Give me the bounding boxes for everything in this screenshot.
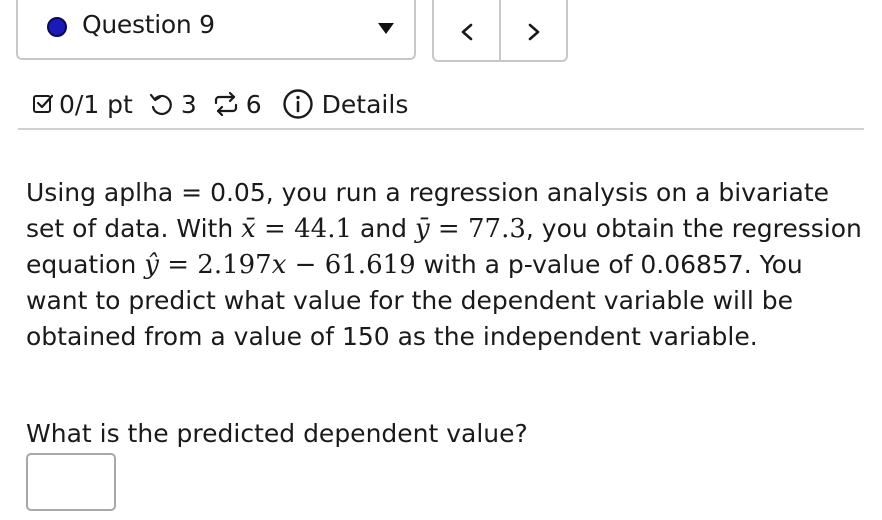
- score-indicator: 0/1 pt: [32, 90, 133, 119]
- header-divider: [18, 128, 864, 130]
- details-toggle[interactable]: Details: [282, 88, 409, 120]
- question-nav: [432, 0, 568, 62]
- question-text-part: and: [352, 214, 415, 243]
- math-xbar: x̄ = 44.1: [241, 214, 353, 244]
- details-label: Details: [321, 89, 409, 119]
- score-text: 0/1 pt: [59, 89, 133, 119]
- chevron-left-icon: [461, 23, 472, 41]
- retry-icon: [149, 93, 172, 116]
- question-selector-label: Question 9: [82, 10, 215, 39]
- question-selector[interactable]: Question 9: [16, 0, 416, 60]
- question-status-dot: [47, 17, 67, 37]
- question-meta-row: 0/1 pt 3 6 Details: [32, 84, 408, 124]
- refresh-icon: [214, 92, 237, 116]
- checkbox-icon: [33, 94, 54, 113]
- question-text: Using aplha = 0.05, you run a regression…: [26, 175, 866, 355]
- retries-indicator: 3: [148, 90, 197, 119]
- submissions-count: 6: [245, 89, 262, 119]
- math-regression-equation: ŷ = 2.197x − 61.619: [144, 250, 416, 280]
- previous-question-button[interactable]: [434, 0, 499, 60]
- submissions-indicator: 6: [212, 90, 262, 119]
- dropdown-arrow-icon: [378, 23, 394, 34]
- question-prompt: What is the predicted dependent value?: [26, 419, 528, 448]
- info-icon: [282, 89, 313, 119]
- chevron-right-icon: [528, 23, 539, 41]
- answer-input[interactable]: [26, 453, 116, 511]
- math-ybar: ȳ = 77.3: [414, 214, 526, 244]
- retries-count: 3: [180, 89, 197, 119]
- next-question-button[interactable]: [499, 0, 566, 60]
